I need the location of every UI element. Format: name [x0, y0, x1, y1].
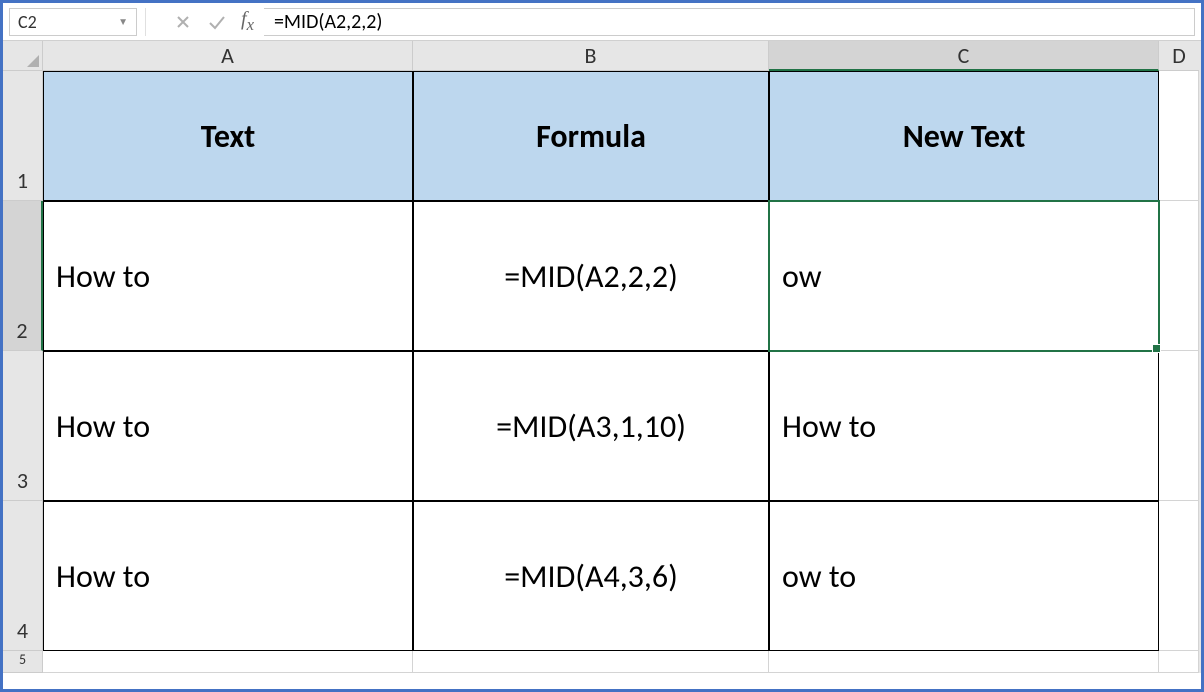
name-box-value: C2: [18, 11, 37, 33]
cell-a4[interactable]: How to: [43, 501, 413, 651]
cell-b5[interactable]: [413, 651, 769, 673]
row-3: 3 How to =MID(A3,1,10) How to: [3, 351, 1201, 501]
cell-c3[interactable]: How to: [769, 351, 1159, 501]
cell-b2[interactable]: =MID(A2,2,2): [413, 201, 769, 351]
cell-d2[interactable]: [1159, 201, 1199, 351]
column-header-row: A B C D: [3, 41, 1201, 71]
cell-b1[interactable]: Formula: [413, 71, 769, 201]
cancel-icon[interactable]: [173, 12, 193, 32]
cell-d5[interactable]: [1159, 651, 1199, 673]
row-header-2[interactable]: 2: [3, 201, 43, 351]
cell-d3[interactable]: [1159, 351, 1199, 501]
cell-a1[interactable]: Text: [43, 71, 413, 201]
row-header-4[interactable]: 4: [3, 501, 43, 651]
row-header-1[interactable]: 1: [3, 71, 43, 201]
formula-bar: C2 ▼ fx =MID(A2,2,2): [3, 3, 1201, 41]
cell-c1[interactable]: New Text: [769, 71, 1159, 201]
row-1: 1 Text Formula New Text: [3, 71, 1201, 201]
cell-b4[interactable]: =MID(A4,3,6): [413, 501, 769, 651]
formula-input-value: =MID(A2,2,2): [274, 10, 383, 34]
formula-input[interactable]: =MID(A2,2,2): [264, 8, 1195, 36]
cell-d4[interactable]: [1159, 501, 1199, 651]
cell-d1[interactable]: [1159, 71, 1199, 201]
formula-tools: fx: [163, 8, 264, 35]
select-all-corner[interactable]: [3, 41, 43, 71]
row-header-5[interactable]: 5: [3, 651, 43, 673]
enter-icon[interactable]: [207, 12, 227, 32]
cell-a5[interactable]: [43, 651, 413, 673]
cell-a3[interactable]: How to: [43, 351, 413, 501]
column-header-d[interactable]: D: [1159, 41, 1199, 71]
column-header-a[interactable]: A: [43, 41, 413, 71]
cell-a2[interactable]: How to: [43, 201, 413, 351]
spreadsheet-grid: A B C D 1 Text Formula New Text 2 How to…: [3, 41, 1201, 673]
column-header-b[interactable]: B: [413, 41, 769, 71]
cell-c2[interactable]: ow: [769, 201, 1159, 351]
row-4: 4 How to =MID(A4,3,6) ow to: [3, 501, 1201, 651]
cell-c5[interactable]: [769, 651, 1159, 673]
cell-b3[interactable]: =MID(A3,1,10): [413, 351, 769, 501]
column-header-c[interactable]: C: [769, 41, 1159, 71]
separator: [145, 8, 163, 36]
row-2: 2 How to =MID(A2,2,2) ow: [3, 201, 1201, 351]
cell-c4[interactable]: ow to: [769, 501, 1159, 651]
fx-icon[interactable]: fx: [241, 8, 254, 35]
row-header-3[interactable]: 3: [3, 351, 43, 501]
name-box[interactable]: C2 ▼: [9, 8, 137, 36]
row-5: 5: [3, 651, 1201, 673]
name-box-dropdown-icon[interactable]: ▼: [118, 15, 128, 28]
